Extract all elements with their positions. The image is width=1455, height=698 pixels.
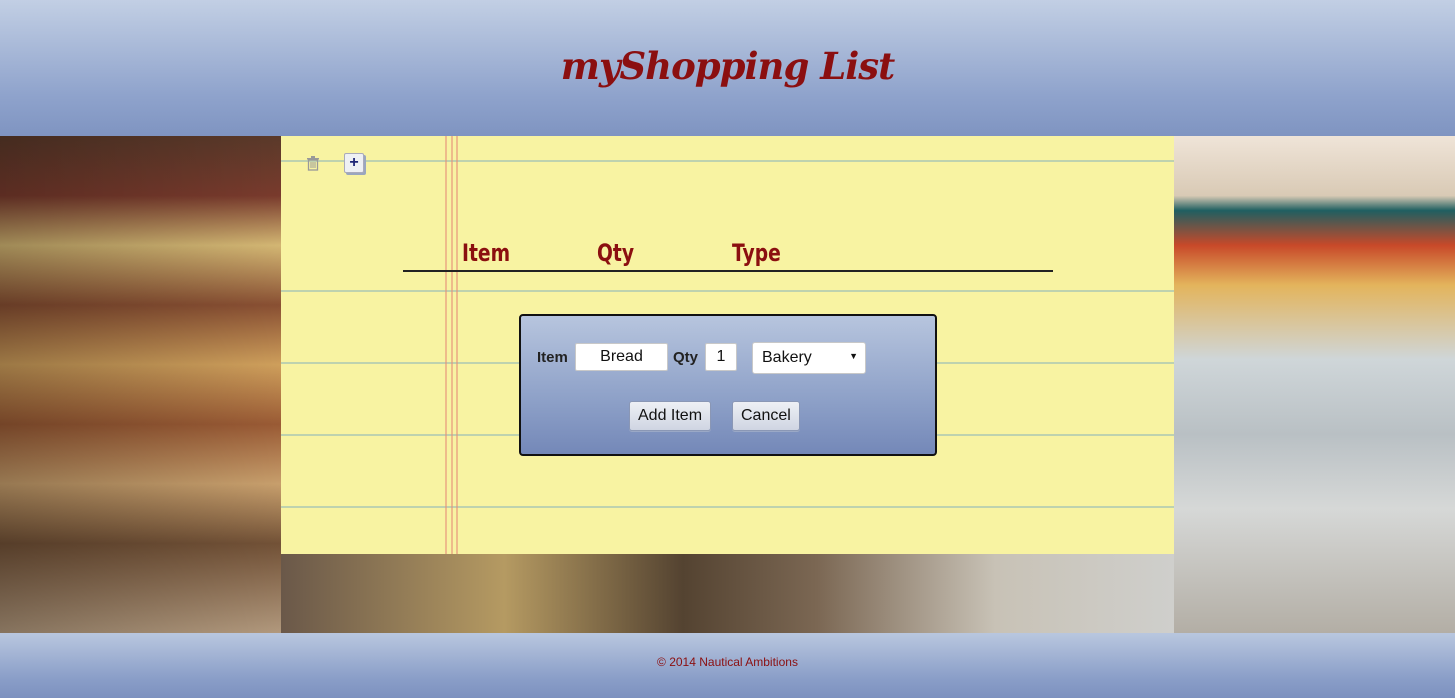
copyright-text: © 2014 Nautical Ambitions [657, 655, 798, 669]
column-header-item: Item [462, 239, 511, 267]
background-image-bottom [281, 554, 1174, 633]
type-select-value: Bakery [762, 349, 812, 366]
margin-line [445, 136, 447, 554]
page-header: myShopping List [0, 0, 1455, 136]
chevron-down-icon: ▼ [849, 351, 858, 361]
margin-line [451, 136, 453, 554]
background-image-right [1174, 136, 1455, 633]
column-header-type: Type [732, 239, 781, 267]
page-footer: © 2014 Nautical Ambitions [0, 633, 1455, 698]
page-title: myShopping List [560, 44, 895, 88]
item-input[interactable] [575, 343, 668, 371]
cancel-button[interactable]: Cancel [732, 401, 800, 431]
trash-icon[interactable] [303, 153, 323, 173]
margin-line [456, 136, 458, 554]
plus-icon[interactable]: + [344, 153, 364, 173]
qty-input[interactable] [705, 343, 737, 371]
column-header-qty: Qty [597, 239, 635, 267]
trash-icon-svg [307, 155, 319, 171]
header-divider [403, 270, 1053, 272]
qty-label: Qty [673, 349, 699, 366]
add-item-button[interactable]: Add Item [629, 401, 712, 431]
item-label: Item [537, 349, 568, 366]
type-select[interactable]: Bakery ▼ [752, 342, 866, 374]
add-item-dialog: Item Qty Bakery ▼ Add Item Cancel [519, 314, 937, 456]
